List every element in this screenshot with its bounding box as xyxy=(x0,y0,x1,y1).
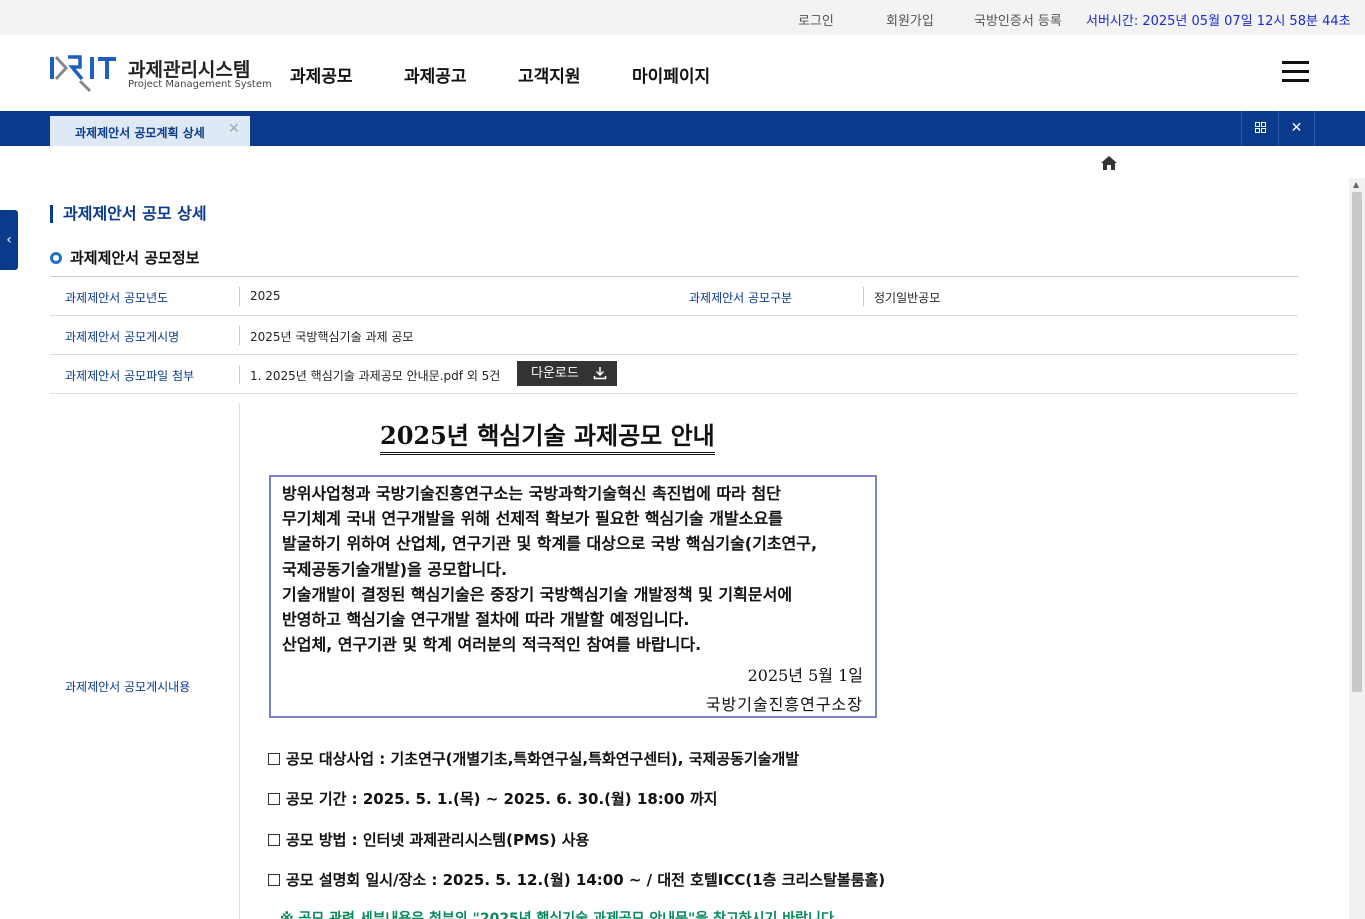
notice-line: 방위사업청과 국방기술진흥연구소는 국방과학기술혁신 촉진법에 따라 첨단 xyxy=(282,484,781,503)
scroll-up-icon[interactable]: ▲ xyxy=(1353,180,1359,189)
notice-line: 무기체계 국내 연구개발을 위해 선제적 확보가 필요한 핵심기술 개발소요를 xyxy=(282,509,783,529)
type-value: 정기일반공모 xyxy=(874,291,941,305)
notice-line: 발굴하기 위하여 산업체, 연구기관 및 학계를 대상으로 국방 핵심기술(기초… xyxy=(282,534,818,554)
nav-item-proposal[interactable]: 과제공모 xyxy=(290,62,353,87)
nav-item-announcement[interactable]: 과제공고 xyxy=(404,62,467,87)
table-row: 과제제안서 공모게시명 2025년 국방핵심기술 과제 공모 xyxy=(50,316,1298,355)
tab-bar: 과제제안서 공모계획 상세 ✕ ✕ xyxy=(0,111,1365,146)
server-time: 서버시간: 2025년 05월 07일 12시 58분 44초 xyxy=(1086,14,1351,29)
section-title-text: 과제제안서 공모정보 xyxy=(70,249,200,267)
section-title: 과제제안서 공모정보 xyxy=(50,247,199,268)
file-label: 과제제안서 공모파일 첨부 xyxy=(65,369,195,383)
type-label: 과제제안서 공모구분 xyxy=(689,291,793,305)
menu-icon[interactable] xyxy=(1282,61,1309,83)
scroll-thumb[interactable] xyxy=(1352,192,1362,692)
checkbox-icon xyxy=(268,793,280,805)
table-row: 과제제안서 공모년도 2025 과제제안서 공모구분 정기일반공모 xyxy=(50,277,1298,316)
name-value: 2025년 국방핵심기술 과제 공모 xyxy=(250,330,414,344)
notice-line: 반영하고 핵심기술 연구개발 절차에 따라 개발할 예정입니다. xyxy=(282,610,690,630)
year-value: 2025 xyxy=(250,289,281,303)
content-label: 과제제안서 공모게시내용 xyxy=(65,680,191,694)
logo-title: 과제관리시스템 xyxy=(128,59,251,81)
checkbox-icon xyxy=(268,874,280,886)
page-title: 과제제안서 공모 상세 xyxy=(50,205,207,223)
close-all-tabs-icon[interactable]: ✕ xyxy=(1278,111,1315,146)
logo-subtitle: Project Management System xyxy=(128,79,272,90)
section-bullet-icon xyxy=(50,252,62,264)
notice-line: 국제공동기술개발)을 공모합니다. xyxy=(282,559,508,579)
info-table: 과제제안서 공모년도 2025 과제제안서 공모구분 정기일반공모 과제제안서 … xyxy=(50,276,1298,394)
name-label: 과제제안서 공모게시명 xyxy=(65,330,180,344)
tab-label: 과제제안서 공모계획 상세 xyxy=(75,126,205,140)
tab-grid-icon[interactable] xyxy=(1241,111,1278,146)
login-link[interactable]: 로그인 xyxy=(798,10,834,29)
download-label: 다운로드 xyxy=(531,366,579,381)
list-item: 공모 설명회 일시/장소 : 2025. 5. 12.(월) 14:00 ~ /… xyxy=(268,869,885,890)
page-scrollbar[interactable]: ▲ xyxy=(1349,178,1365,919)
top-utility-bar: 로그인 회원가입 국방인증서 등록 서버시간: 2025년 05월 07일 12… xyxy=(0,0,1365,35)
list-item: 공모 방법 : 인터넷 과제관리시스템(PMS) 사용 xyxy=(268,829,589,850)
download-button[interactable]: 다운로드 xyxy=(517,361,617,386)
checkbox-icon xyxy=(268,834,280,846)
notice-signature: 국방기술진흥연구소장 xyxy=(705,695,863,714)
download-icon xyxy=(593,367,607,380)
year-label: 과제제안서 공모년도 xyxy=(65,291,169,305)
notice-date: 2025년 5월 1일 xyxy=(747,666,863,685)
file-value: 1. 2025년 핵심기술 과제공모 안내문.pdf 외 5건 xyxy=(250,369,501,383)
notice-line: 기술개발이 결정된 핵심기술은 중장기 국방핵심기술 개발정책 및 기획문서에 xyxy=(282,584,793,604)
tab-close-icon[interactable]: ✕ xyxy=(228,121,240,137)
nav-item-support[interactable]: 고객지원 xyxy=(518,62,581,87)
krit-logo-icon xyxy=(50,55,116,93)
notice-line: 산업체, 연구기관 및 학계 여러분의 적극적인 참여를 바랍니다. xyxy=(282,635,702,655)
list-item: 공모 대상사업 : 기초연구(개별기초,특화연구실,특화연구센터), 국제공동기… xyxy=(268,748,799,769)
notice-box: 방위사업청과 국방기술진흥연구소는 국방과학기술혁신 촉진법에 따라 첨단 무기… xyxy=(269,475,877,718)
logo[interactable]: 과제관리시스템 Project Management System xyxy=(50,55,272,95)
cert-register-link[interactable]: 국방인증서 등록 xyxy=(974,10,1062,29)
side-panel-toggle-icon[interactable]: ‹ xyxy=(0,210,18,270)
nav-item-mypage[interactable]: 마이페이지 xyxy=(632,62,710,87)
home-icon[interactable] xyxy=(1100,155,1118,171)
header: 과제관리시스템 Project Management System 과제공모 과… xyxy=(0,35,1365,111)
content-divider xyxy=(239,403,240,919)
list-item: 공모 기간 : 2025. 5. 1.(목) ~ 2025. 6. 30.(월)… xyxy=(268,788,717,809)
checkbox-icon xyxy=(268,753,280,765)
table-row: 과제제안서 공모파일 첨부 1. 2025년 핵심기술 과제공모 안내문.pdf… xyxy=(50,355,1298,394)
footnote: ※ 공모 관련 세부내용은 첨부의 "2025년 핵심기술 과제공모 안내문"을… xyxy=(280,911,840,919)
tab-proposal-detail[interactable]: 과제제안서 공모계획 상세 ✕ xyxy=(50,116,250,146)
join-link[interactable]: 회원가입 xyxy=(886,10,934,29)
notice-heading: 2025년 핵심기술 과제공모 안내 xyxy=(380,422,715,455)
